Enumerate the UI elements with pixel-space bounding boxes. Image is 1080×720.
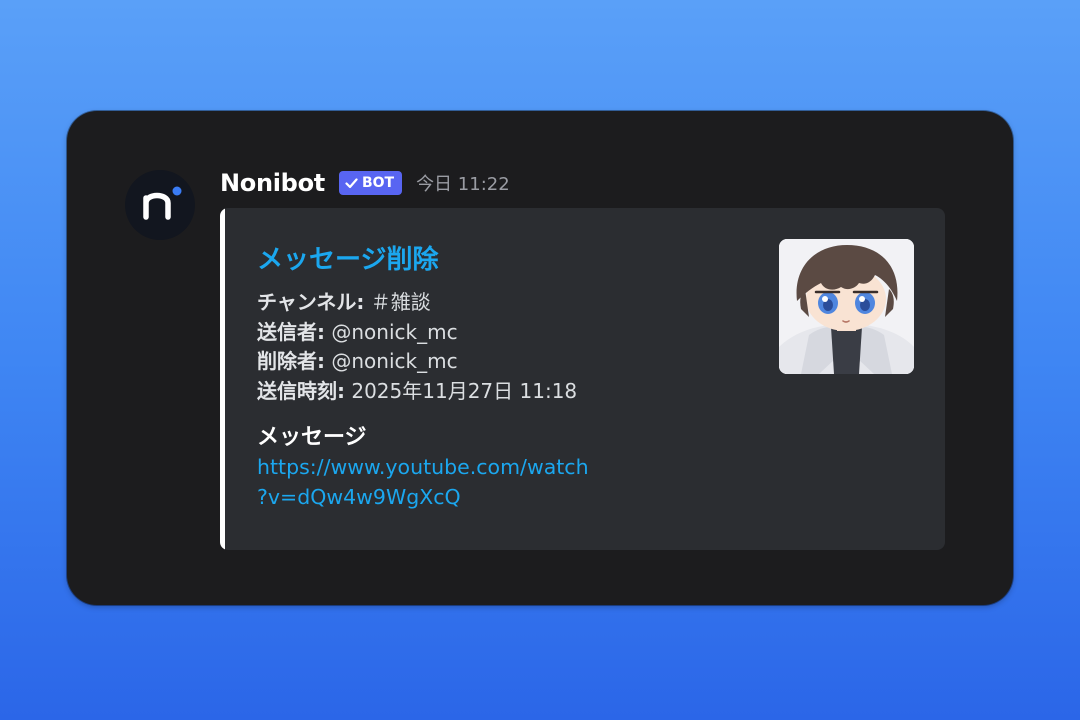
embed: メッセージ削除 チャンネル: ＃雑談 送信者: @nonick_mc 削除者: … <box>220 208 945 550</box>
field-value[interactable]: @nonick_mc <box>331 349 457 373</box>
field-value[interactable]: @nonick_mc <box>331 320 457 344</box>
author-name[interactable]: Nonibot <box>220 169 325 197</box>
field-sent-time: 送信時刻: 2025年11月27日 11:18 <box>257 377 727 407</box>
bot-badge-label: BOT <box>361 175 395 191</box>
nonibot-logo-icon <box>143 186 182 220</box>
field-label: 送信時刻: <box>257 378 345 403</box>
field-sender: 送信者: @nonick_mc <box>257 318 727 348</box>
message-content-heading: メッセージ <box>257 425 367 450</box>
message-card: Nonibot BOT 今日 11:22 メッセージ削除 チャンネル: ＃雑談 … <box>67 111 1013 605</box>
field-channel: チャンネル: ＃雑談 <box>257 288 727 318</box>
field-value[interactable]: ＃雑談 <box>371 290 431 314</box>
check-icon <box>345 177 358 188</box>
link-line-2[interactable]: ?v=dQw4w9WgXcQ <box>257 482 657 512</box>
embed-fields: チャンネル: ＃雑談 送信者: @nonick_mc 削除者: @nonick_… <box>257 288 727 406</box>
link-line-1[interactable]: https://www.youtube.com/watch <box>257 452 657 482</box>
field-value: 2025年11月27日 11:18 <box>351 378 578 403</box>
field-label: チャンネル: <box>257 290 365 314</box>
message-timestamp[interactable]: 今日 11:22 <box>416 170 510 196</box>
embed-title: メッセージ削除 <box>257 245 439 275</box>
field-label: 送信者: <box>257 319 325 344</box>
bot-badge: BOT <box>338 171 403 195</box>
embed-thumbnail[interactable] <box>779 239 914 374</box>
embed-accent-bar <box>220 208 225 550</box>
author-avatar[interactable] <box>125 170 195 240</box>
user-avatar-thumbnail <box>779 239 914 374</box>
message-header: Nonibot BOT 今日 11:22 <box>220 167 510 199</box>
field-deleter: 削除者: @nonick_mc <box>257 347 727 377</box>
message-content-link[interactable]: https://www.youtube.com/watch ?v=dQw4w9W… <box>257 452 657 512</box>
field-label: 削除者: <box>257 349 325 373</box>
